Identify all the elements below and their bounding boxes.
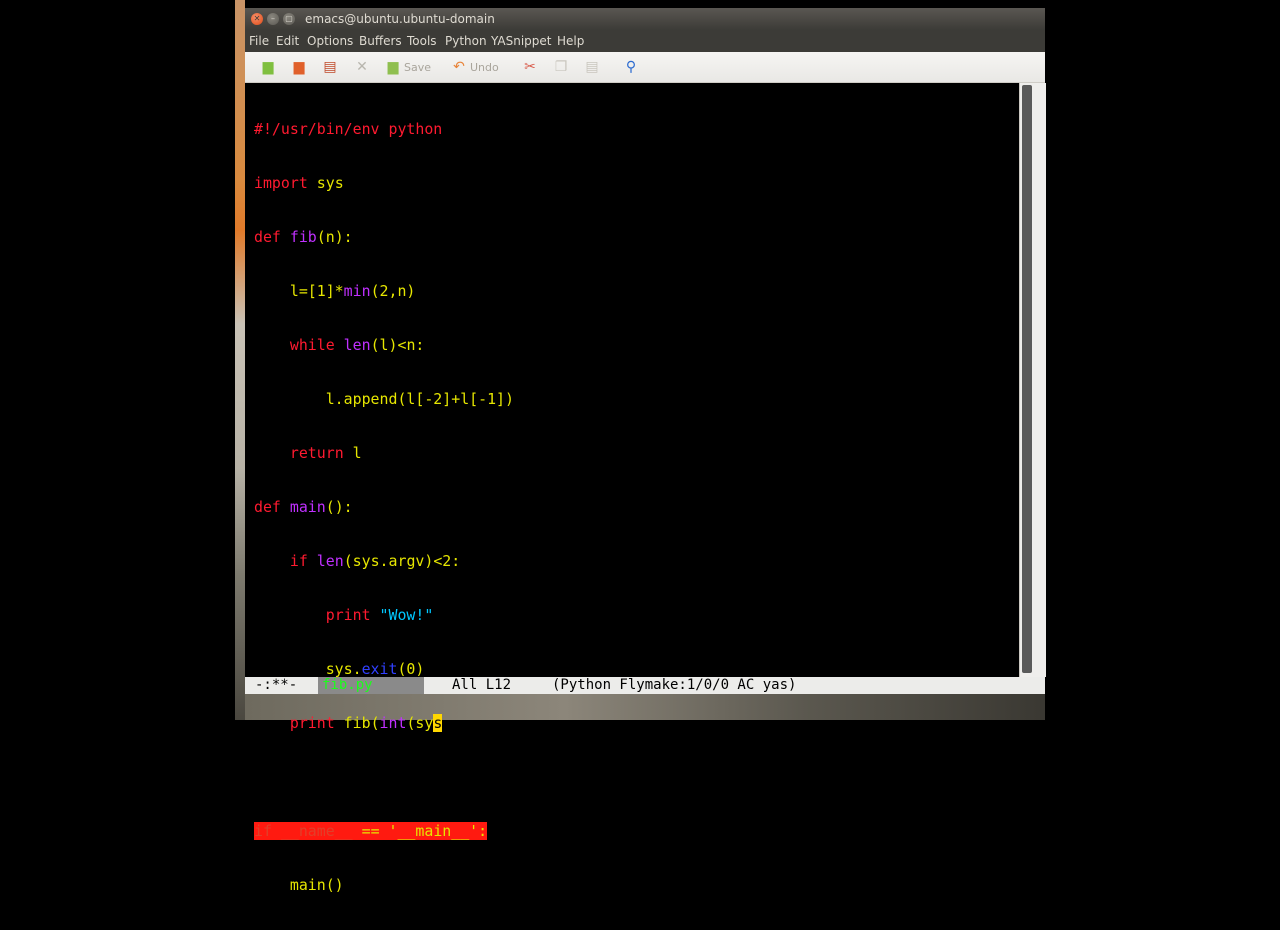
scrollbar-thumb[interactable] [1022, 85, 1032, 673]
kill-buffer-button[interactable]: ✕ [353, 56, 371, 78]
string-literal: "Wow!" [379, 606, 434, 624]
dired-icon: ▤ [323, 59, 337, 75]
modeline-position: All L12 [452, 677, 512, 693]
keyword-return: return [289, 444, 344, 462]
window-minimize-button[interactable]: – [267, 13, 279, 25]
code-line: l.append(l[-2]+l[-1]) [254, 390, 514, 408]
copy-button[interactable]: ❐ [552, 56, 570, 78]
menu-help[interactable]: Help [557, 34, 584, 48]
builtin-len: len [343, 336, 371, 354]
function-name: fib [289, 228, 317, 246]
window-maximize-button[interactable]: ▢ [283, 13, 295, 25]
keyword-while: while [289, 336, 335, 354]
menu-edit[interactable]: Edit [276, 34, 299, 48]
code-line: if __name__ == '__main__': [254, 822, 514, 840]
menu-python[interactable]: Python [445, 34, 487, 48]
text-cursor: s [433, 714, 443, 732]
shebang: #!/usr/bin/env python [254, 120, 443, 138]
builtin-min: min [343, 282, 371, 300]
dired-button[interactable]: ▤ [321, 56, 339, 78]
code-buffer[interactable]: #!/usr/bin/env python import sys def fib… [254, 84, 514, 930]
modeline-status: -:**- [255, 677, 298, 693]
copy-icon: ❐ [554, 59, 568, 75]
builtin-exit: exit [361, 660, 398, 678]
menu-yasnippet[interactable]: YASnippet [491, 34, 552, 48]
keyword-import: import [254, 174, 308, 192]
cut-icon: ✂ [524, 59, 536, 75]
save-icon: ▆ [387, 59, 399, 75]
code-line: print "Wow!" [254, 606, 514, 624]
code-line: #!/usr/bin/env python [254, 120, 514, 138]
paste-icon: ▤ [585, 59, 599, 75]
editor-area[interactable]: #!/usr/bin/env python import sys def fib… [245, 83, 1019, 894]
menu-options[interactable]: Options [307, 34, 353, 48]
modeline-modes[interactable]: (Python Flymake:1/0/0 AC yas) [552, 677, 796, 694]
menu-file[interactable]: File [249, 34, 269, 48]
new-file-icon: ▆ [262, 59, 274, 75]
modeline-buffer-name[interactable]: fib.py [318, 677, 424, 694]
window-close-button[interactable]: ✕ [251, 13, 263, 25]
code-line: def main(): [254, 498, 353, 516]
vertical-scrollbar[interactable] [1019, 83, 1046, 677]
search-button[interactable]: ⚲ [622, 56, 640, 78]
search-icon: ⚲ [625, 59, 637, 75]
mode-line: -:**- fib.py All L12 (Python Flymake:1/0… [245, 677, 1045, 694]
new-file-button[interactable]: ▆ [259, 56, 277, 78]
toolbar: ▆ ▆ ▤ ✕ ▆ Save ↶ Undo ✂ ❐ ▤ ⚲ [245, 52, 1045, 83]
cut-button[interactable]: ✂ [521, 56, 539, 78]
menu-buffers[interactable]: Buffers [359, 34, 402, 48]
emacs-window: ✕ – ▢ emacs@ubuntu.ubuntu-domain File Ed… [245, 8, 1046, 894]
open-file-button[interactable]: ▆ [290, 56, 308, 78]
desktop-background [235, 0, 245, 720]
paste-button[interactable]: ▤ [583, 56, 601, 78]
code-line: print fib(int(sys [289, 714, 443, 732]
undo-icon: ↶ [453, 59, 465, 75]
menu-tools[interactable]: Tools [407, 34, 437, 48]
open-folder-icon: ▆ [293, 59, 305, 75]
save-button[interactable]: ▆ Save [384, 56, 431, 78]
keyword-def: def [254, 228, 281, 246]
code-line: if len(sys.argv)<2: [289, 552, 461, 570]
undo-button[interactable]: ↶ Undo [450, 56, 499, 78]
function-name: main [289, 498, 326, 516]
flymake-error-highlight[interactable]: if __name__ == '__main__': [254, 822, 488, 840]
code-line: l=[1]*min(2,n) [254, 282, 416, 300]
keyword-if: if [289, 552, 308, 570]
window-title: emacs@ubuntu.ubuntu-domain [305, 12, 495, 26]
menu-bar: File Edit Options Buffers Tools Python Y… [245, 30, 1045, 52]
builtin-len: len [316, 552, 344, 570]
code-line: main() [254, 876, 344, 894]
code-line: return l [289, 444, 362, 462]
keyword-print: print [289, 714, 335, 732]
code-line: sys.exit(0) [254, 660, 425, 678]
builtin-int: int [379, 714, 407, 732]
undo-label: Undo [470, 60, 499, 74]
code-line: while len(l)<n: [289, 336, 425, 354]
keyword-def: def [254, 498, 281, 516]
code-line: import sys [254, 174, 344, 192]
save-label: Save [404, 60, 432, 74]
title-bar: ✕ – ▢ emacs@ubuntu.ubuntu-domain [245, 8, 1045, 30]
code-line: def fib(n): [254, 228, 353, 246]
keyword-print: print [325, 606, 371, 624]
close-icon: ✕ [356, 59, 368, 75]
